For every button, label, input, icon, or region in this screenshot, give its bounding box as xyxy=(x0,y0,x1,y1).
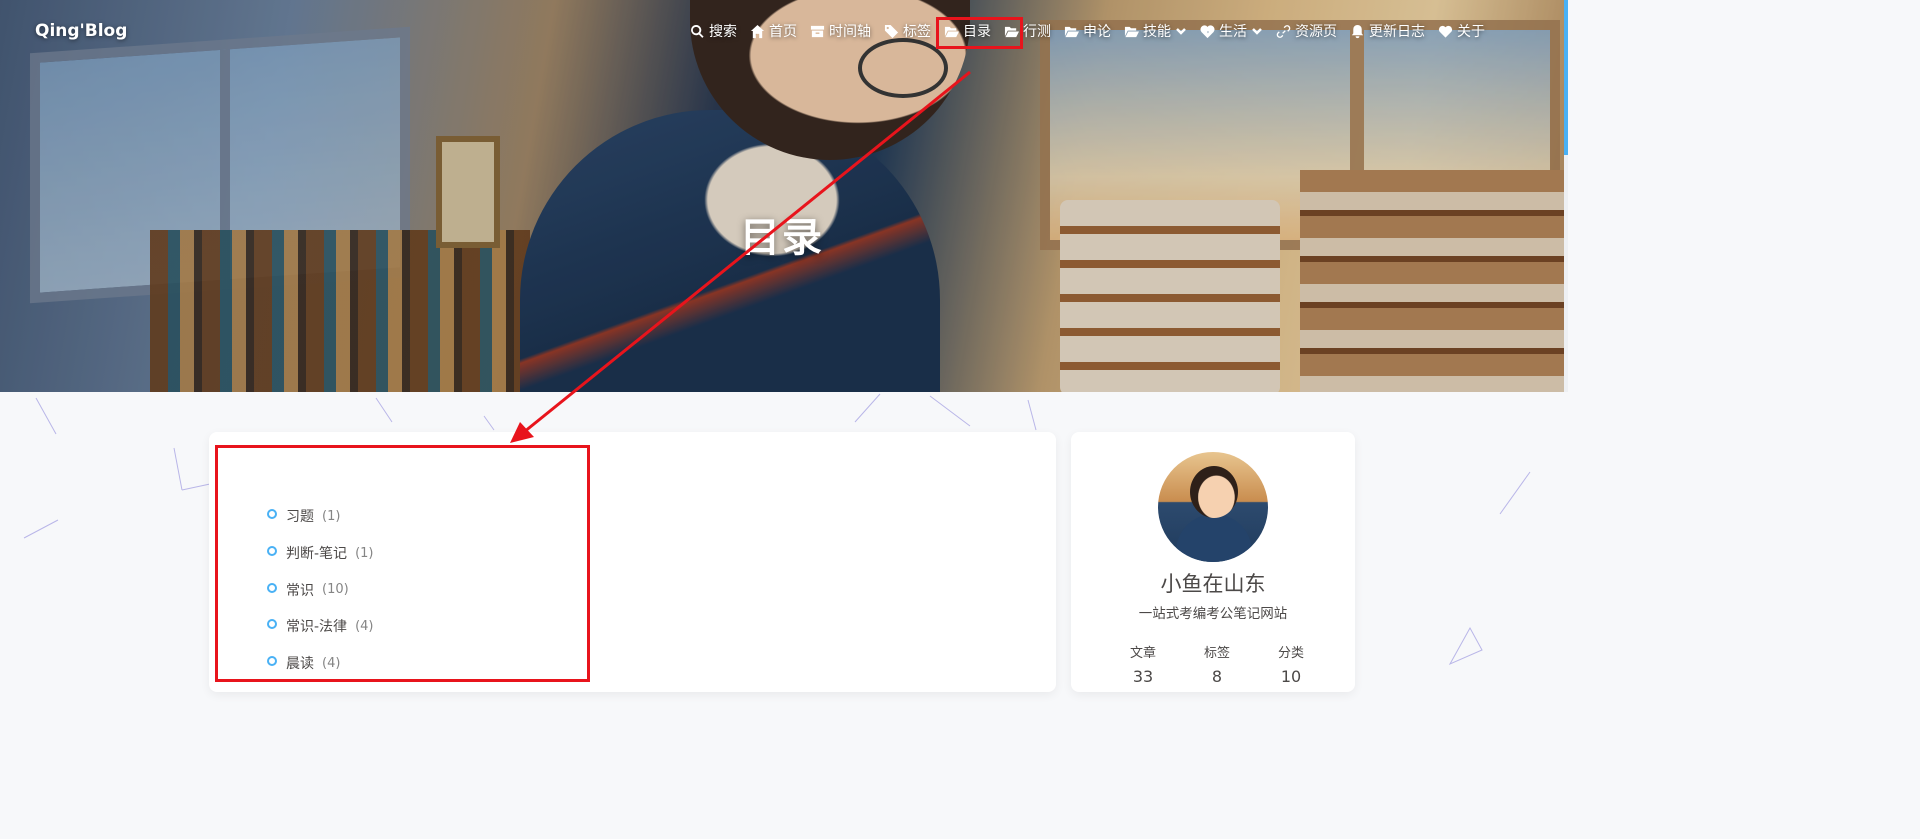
home-icon xyxy=(750,24,765,38)
nav-item-label: 时间轴 xyxy=(829,24,871,40)
nav-item-skills[interactable]: 技能 xyxy=(1124,21,1187,41)
heartbeat-icon xyxy=(1200,24,1215,38)
author-name: 小鱼在山东 xyxy=(1160,572,1266,596)
tags-icon xyxy=(884,24,899,38)
category-item[interactable]: 判断-笔记 (1) xyxy=(267,535,373,572)
avatar-body xyxy=(1176,514,1252,562)
stat-articles[interactable]: 文章 33 xyxy=(1113,642,1173,686)
category-name[interactable]: 判断-笔记 xyxy=(286,543,347,563)
category-count: (10) xyxy=(322,582,349,598)
nav-item-xingce[interactable]: 行测 xyxy=(1004,21,1051,41)
avatar[interactable] xyxy=(1158,452,1268,562)
search-icon xyxy=(691,24,704,38)
circle-bullet-icon xyxy=(267,656,277,667)
nav-item-categories[interactable]: 目录 xyxy=(944,21,991,41)
nav-item-timeline[interactable]: 时间轴 xyxy=(810,21,871,41)
category-count: (1) xyxy=(322,508,341,524)
folder-open-icon xyxy=(1064,26,1079,37)
category-name[interactable]: 习题 xyxy=(286,506,314,526)
circle-bullet-icon xyxy=(267,546,277,557)
site-stats: 文章 33 标签 8 分类 10 xyxy=(1091,642,1335,686)
stat-value: 10 xyxy=(1280,667,1302,686)
nav-item-label: 资源页 xyxy=(1295,24,1337,40)
category-name[interactable]: 常识-法律 xyxy=(286,616,347,636)
circle-bullet-icon xyxy=(267,582,277,593)
category-card: 习题 (1) 判断-笔记 (1) 常识 (10) 常识-法律 (4) 晨读 (4… xyxy=(209,432,1056,692)
stat-label: 分类 xyxy=(1277,646,1304,661)
nav-item-label: 生活 xyxy=(1219,24,1247,40)
avatar-head xyxy=(1190,466,1238,518)
nav-item-about[interactable]: 关于 xyxy=(1438,21,1485,41)
heart-icon xyxy=(1438,25,1453,38)
chevron-down-icon xyxy=(1252,28,1262,35)
nav-item-resources[interactable]: 资源页 xyxy=(1276,21,1337,41)
nav-item-life[interactable]: 生活 xyxy=(1200,21,1263,41)
circle-bullet-icon xyxy=(267,619,277,630)
author-info-card: 小鱼在山东 一站式考编考公笔记网站 文章 33 标签 8 分类 10 xyxy=(1071,432,1355,692)
nav-menu: 搜索 首页 时间轴 标签 目录 行测 申论 技能 生活 资源页 更新日志 关于 xyxy=(690,21,1485,41)
nav-item-label: 关于 xyxy=(1457,24,1485,40)
nav-item-tags[interactable]: 标签 xyxy=(884,21,931,41)
nav-item-label: 搜索 xyxy=(709,24,737,40)
bell-icon xyxy=(1351,24,1364,38)
nav-item-label: 技能 xyxy=(1143,24,1171,40)
nav-item-search[interactable]: 搜索 xyxy=(690,21,737,41)
category-item[interactable]: 常识 (10) xyxy=(267,571,373,608)
link-icon xyxy=(1276,24,1291,38)
page-title: 目录 xyxy=(740,215,824,261)
site-brand[interactable]: Qing'Blog xyxy=(35,21,127,41)
chevron-down-icon xyxy=(1176,28,1186,35)
category-item[interactable]: 常识-法律 (4) xyxy=(267,608,373,645)
page-scrollbar[interactable] xyxy=(1564,0,1568,392)
stat-value: 8 xyxy=(1211,667,1223,686)
category-count: (1) xyxy=(355,545,374,561)
nav-item-label: 申论 xyxy=(1083,24,1111,40)
circle-bullet-icon xyxy=(267,509,277,520)
scrollbar-thumb[interactable] xyxy=(1564,0,1568,155)
stat-label: 标签 xyxy=(1203,646,1230,661)
folder-open-icon xyxy=(1004,26,1019,37)
stat-label: 文章 xyxy=(1129,646,1156,661)
category-count: (4) xyxy=(322,655,341,671)
nav-item-label: 行测 xyxy=(1023,24,1051,40)
nav-item-label: 首页 xyxy=(769,24,797,40)
category-name[interactable]: 晨读 xyxy=(286,653,314,673)
nav-item-label: 目录 xyxy=(963,24,991,40)
nav-item-label: 更新日志 xyxy=(1369,24,1425,40)
nav-item-changelog[interactable]: 更新日志 xyxy=(1350,21,1425,41)
stat-tags[interactable]: 标签 8 xyxy=(1187,642,1247,686)
author-description: 一站式考编考公笔记网站 xyxy=(1138,606,1288,622)
stat-value: 33 xyxy=(1132,667,1154,686)
stat-categories[interactable]: 分类 10 xyxy=(1261,642,1321,686)
nav-item-home[interactable]: 首页 xyxy=(750,21,797,41)
category-item[interactable]: 习题 (1) xyxy=(267,498,373,535)
category-item[interactable]: 晨读 (4) xyxy=(267,645,373,682)
category-count: (4) xyxy=(355,618,374,634)
top-navbar: Qing'Blog 搜索 首页 时间轴 标签 目录 行测 申论 技能 生活 资源… xyxy=(0,0,1564,64)
nav-item-shenlun[interactable]: 申论 xyxy=(1064,21,1111,41)
nav-item-label: 标签 xyxy=(903,24,931,40)
folder-open-icon xyxy=(944,26,959,37)
category-list: 习题 (1) 判断-笔记 (1) 常识 (10) 常识-法律 (4) 晨读 (4… xyxy=(267,498,373,681)
folder-open-icon xyxy=(1124,26,1139,37)
archive-icon xyxy=(810,25,825,37)
category-name[interactable]: 常识 xyxy=(286,580,314,600)
